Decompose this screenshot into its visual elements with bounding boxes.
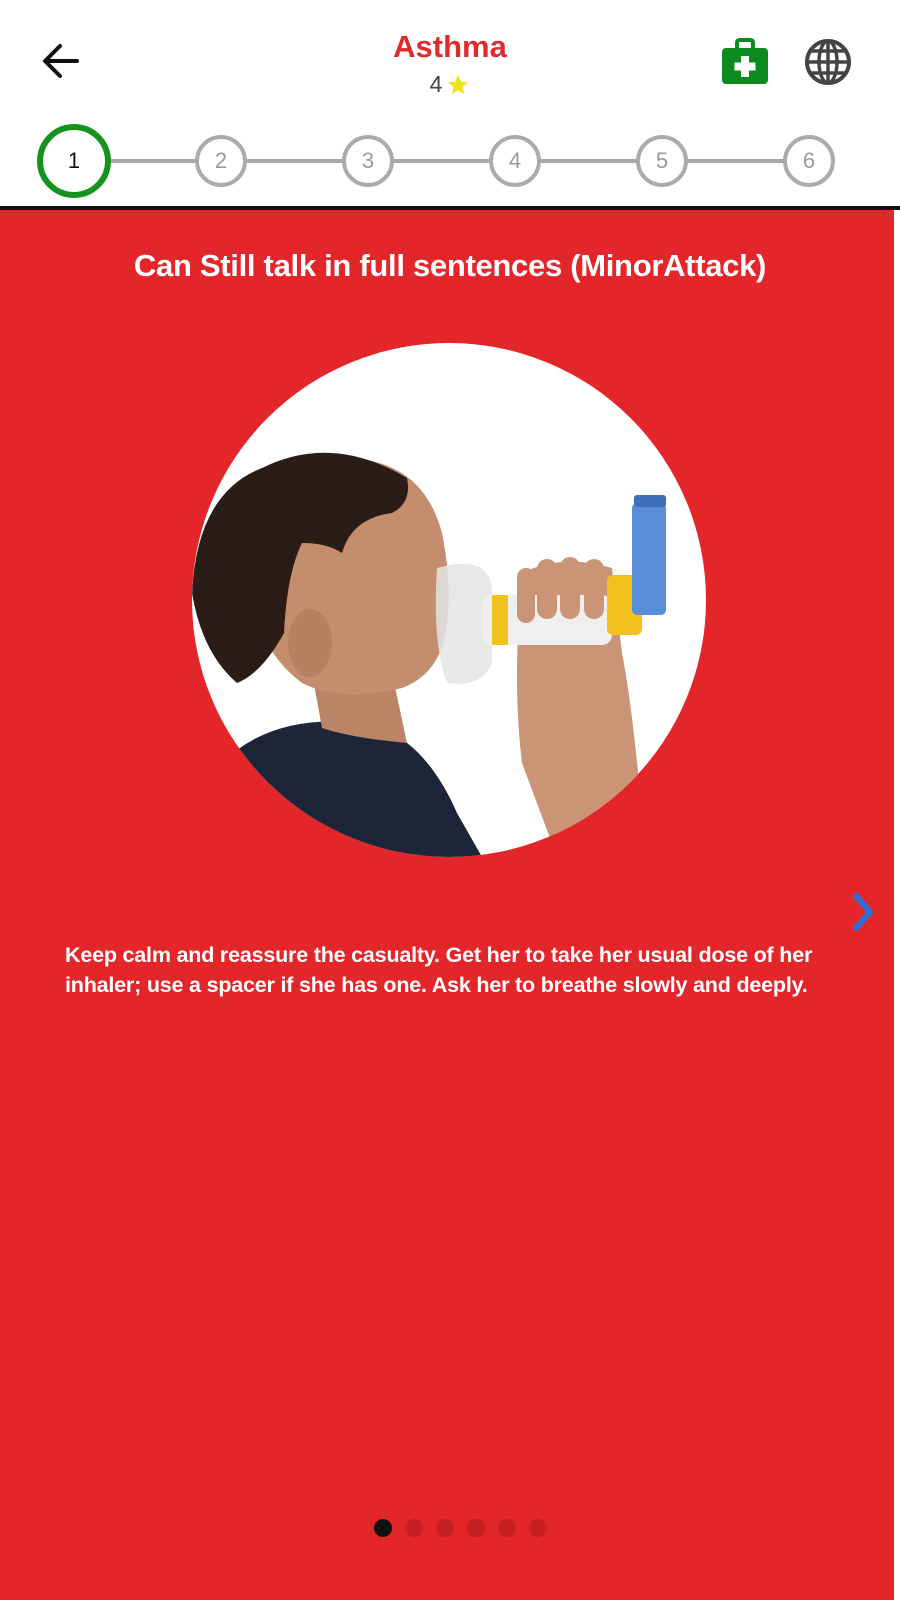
language-button[interactable] — [803, 37, 853, 87]
first-aid-kit-icon — [722, 38, 768, 84]
arrow-left-icon — [43, 44, 79, 78]
pagination-dots — [0, 1519, 900, 1539]
page-dot[interactable] — [528, 1519, 547, 1537]
page-title: Asthma — [393, 29, 507, 64]
next-slide-button[interactable] — [851, 892, 877, 932]
star-icon — [448, 74, 469, 94]
step-6[interactable]: 6 — [783, 135, 835, 187]
page-dot[interactable] — [404, 1519, 423, 1537]
first-aid-kit-button[interactable] — [720, 38, 770, 86]
step-2[interactable]: 2 — [195, 135, 247, 187]
app-header: Asthma 4 — [0, 0, 900, 120]
slide-image — [192, 343, 706, 857]
slide-title: Can Still talk in full sentences (MinorA… — [133, 248, 767, 283]
page-dot[interactable] — [435, 1519, 454, 1537]
step-progress: 1 2 3 4 5 6 — [0, 120, 900, 206]
child-inhaler-illustration — [192, 452, 666, 857]
title-block: Asthma 4 — [300, 28, 600, 98]
page-dot[interactable] — [466, 1519, 485, 1537]
page-dot[interactable] — [497, 1519, 516, 1537]
step-connector — [74, 159, 824, 163]
step-4[interactable]: 4 — [489, 135, 541, 187]
step-3[interactable]: 3 — [342, 135, 394, 187]
screen: Asthma 4 1 2 3 4 5 6 Can Still talk in f… — [0, 0, 900, 1600]
chevron-right-icon — [853, 893, 873, 931]
instruction-text: Keep calm and reassure the casualty. Get… — [65, 943, 813, 997]
rating: 4 — [300, 71, 600, 98]
page-dot[interactable] — [373, 1519, 392, 1537]
step-5[interactable]: 5 — [636, 135, 688, 187]
globe-icon — [805, 39, 851, 85]
slide-content: Can Still talk in full sentences (MinorA… — [0, 210, 900, 1600]
rating-value: 4 — [429, 71, 443, 98]
back-button[interactable] — [36, 36, 86, 86]
step-1[interactable]: 1 — [37, 124, 111, 198]
